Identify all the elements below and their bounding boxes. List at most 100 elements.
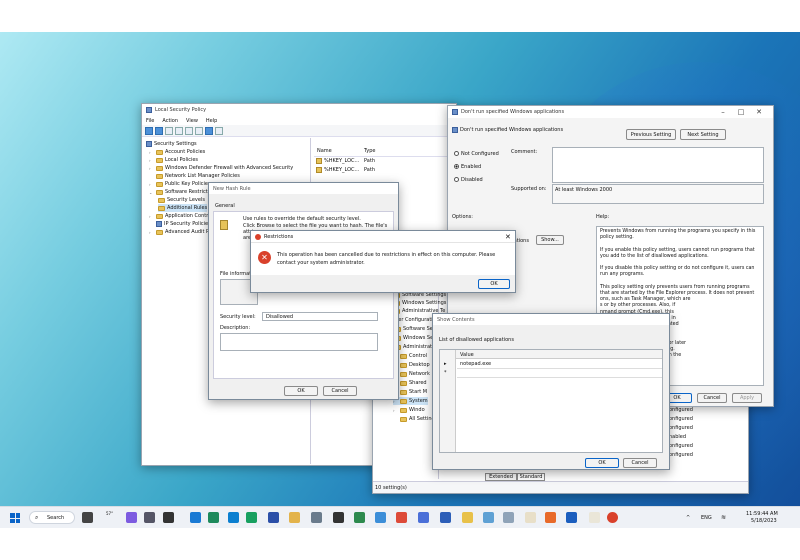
error-app-icon[interactable] xyxy=(607,512,618,523)
menu-view[interactable]: View xyxy=(186,118,198,124)
tree-item[interactable]: All Setting xyxy=(393,415,435,423)
notepad-icon[interactable] xyxy=(525,512,536,523)
tree-item-firewall[interactable]: › Windows Defender Firewall with Advanced… xyxy=(149,164,293,172)
cancel-button[interactable]: Cancel xyxy=(623,458,657,468)
properties-icon[interactable] xyxy=(215,126,223,135)
tree-item[interactable]: Windows Settings xyxy=(393,299,446,307)
firefox-icon[interactable] xyxy=(545,512,556,523)
tab-extended[interactable]: Extended xyxy=(485,473,517,481)
chrome-icon[interactable] xyxy=(396,512,407,523)
description-field[interactable] xyxy=(220,333,378,351)
app-icon[interactable] xyxy=(483,512,494,523)
tree-item-security-levels[interactable]: Security Levels xyxy=(158,196,205,204)
title-bar[interactable]: Restrictions ✕ xyxy=(251,231,515,243)
wifi-icon[interactable]: ≋ xyxy=(721,514,726,521)
notepad-icon[interactable] xyxy=(589,512,600,523)
menu-file[interactable]: File xyxy=(146,118,154,124)
copy-icon[interactable] xyxy=(185,126,193,135)
maximize-icon[interactable]: □ xyxy=(734,106,748,118)
show-tree-icon[interactable] xyxy=(175,126,183,135)
tree-item-software-restriction[interactable]: ⌄ Software Restriction xyxy=(149,188,215,196)
previous-setting-button[interactable]: Previous Setting xyxy=(626,129,676,140)
edge-dev-icon[interactable] xyxy=(246,512,257,523)
tree-item-local-policies[interactable]: › Local Policies xyxy=(149,156,198,164)
column-header-type[interactable]: Type xyxy=(364,148,375,154)
title-bar[interactable]: New Hash Rule xyxy=(209,183,398,194)
help-icon[interactable] xyxy=(205,126,213,135)
app-icon[interactable] xyxy=(440,512,451,523)
chevron-up-icon[interactable]: ^ xyxy=(686,515,690,521)
outlook-icon[interactable] xyxy=(190,512,201,523)
menu-help[interactable]: Help xyxy=(206,118,217,124)
tree-item-ip-security[interactable]: IP Security Policies xyxy=(149,220,211,228)
table-row[interactable]: notepad.exe xyxy=(457,360,662,369)
close-icon[interactable]: ✕ xyxy=(505,233,511,241)
tree-item-network-list[interactable]: Network List Manager Policies xyxy=(149,172,240,180)
tree-item-account-policies[interactable]: › Account Policies xyxy=(149,148,205,156)
column-header-value[interactable]: Value xyxy=(460,352,474,358)
language-indicator[interactable]: ENG xyxy=(701,515,712,521)
file-explorer-icon[interactable] xyxy=(289,512,300,523)
comment-field[interactable] xyxy=(552,147,764,183)
expand-icon[interactable]: › xyxy=(149,150,154,155)
expand-icon[interactable]: › xyxy=(149,182,154,187)
up-folder-icon[interactable] xyxy=(165,126,173,135)
expand-icon[interactable]: › xyxy=(149,214,154,219)
app-icon[interactable] xyxy=(503,512,514,523)
app-icon[interactable] xyxy=(354,512,365,523)
tree-item-public-key[interactable]: › Public Key Policies xyxy=(149,180,211,188)
cancel-button[interactable]: Cancel xyxy=(323,386,357,396)
clock-time[interactable]: 11:59:44 AM xyxy=(746,511,778,517)
forward-icon[interactable] xyxy=(155,126,163,135)
tab-standard[interactable]: Standard xyxy=(517,473,545,481)
edge-beta-icon[interactable] xyxy=(228,512,239,523)
start-button[interactable] xyxy=(10,513,20,523)
tree-item-application-control[interactable]: › Application Control xyxy=(149,212,213,220)
ok-button[interactable]: OK xyxy=(585,458,619,468)
minimize-icon[interactable]: – xyxy=(716,106,730,118)
list-item[interactable]: %HKEY_LOC... xyxy=(316,166,359,174)
expand-icon[interactable]: › xyxy=(149,166,154,171)
ok-button[interactable]: OK xyxy=(478,279,510,289)
tree-item-additional-rules[interactable]: Additional Rules xyxy=(158,204,208,212)
close-icon[interactable]: ✕ xyxy=(752,106,766,118)
tree-item-advanced-audit[interactable]: › Advanced Audit P xyxy=(149,228,209,236)
security-level-select[interactable]: Disallowed xyxy=(262,312,378,321)
search-box[interactable]: ⌕ Search xyxy=(29,511,75,524)
export-icon[interactable] xyxy=(195,126,203,135)
expand-icon[interactable]: › xyxy=(393,408,398,413)
notes-icon[interactable] xyxy=(462,512,473,523)
radio-not-configured[interactable]: Not Configured xyxy=(454,151,499,157)
radio-disabled[interactable]: Disabled xyxy=(454,177,483,183)
settings-icon[interactable] xyxy=(144,512,155,523)
radio-enabled[interactable]: Enabled xyxy=(454,164,481,170)
list-item[interactable]: %HKEY_LOC... xyxy=(316,157,359,165)
tree-item-security-settings[interactable]: Security Settings xyxy=(146,140,197,148)
app-icon[interactable] xyxy=(311,512,322,523)
back-icon[interactable] xyxy=(145,126,153,135)
tree-item[interactable]: › Windo xyxy=(393,406,425,414)
app-icon[interactable] xyxy=(375,512,386,523)
title-bar[interactable]: Show Contents xyxy=(433,314,669,325)
widgets-icon[interactable] xyxy=(82,512,93,523)
clock-date[interactable]: 5/18/2023 xyxy=(751,518,777,524)
edge-icon[interactable] xyxy=(208,512,219,523)
expand-icon[interactable]: › xyxy=(149,158,154,163)
ok-button[interactable]: OK xyxy=(284,386,318,396)
store-icon[interactable] xyxy=(333,512,344,523)
app-icon[interactable] xyxy=(418,512,429,523)
cancel-button[interactable]: Cancel xyxy=(697,393,727,403)
title-bar[interactable]: Local Security Policy xyxy=(142,104,456,116)
show-button[interactable]: Show... xyxy=(536,235,564,245)
terminal-icon[interactable] xyxy=(163,512,174,523)
next-setting-button[interactable]: Next Setting xyxy=(680,129,726,140)
new-row[interactable] xyxy=(457,369,662,378)
expand-icon[interactable]: › xyxy=(149,230,154,235)
tab-general[interactable]: General xyxy=(215,203,235,209)
word-icon[interactable] xyxy=(566,512,577,523)
weather-temp[interactable]: 57° xyxy=(106,511,113,516)
teams-icon[interactable] xyxy=(126,512,137,523)
menu-action[interactable]: Action xyxy=(162,118,178,124)
collapse-icon[interactable]: ⌄ xyxy=(149,190,154,195)
column-header-name[interactable]: Name xyxy=(317,148,332,154)
